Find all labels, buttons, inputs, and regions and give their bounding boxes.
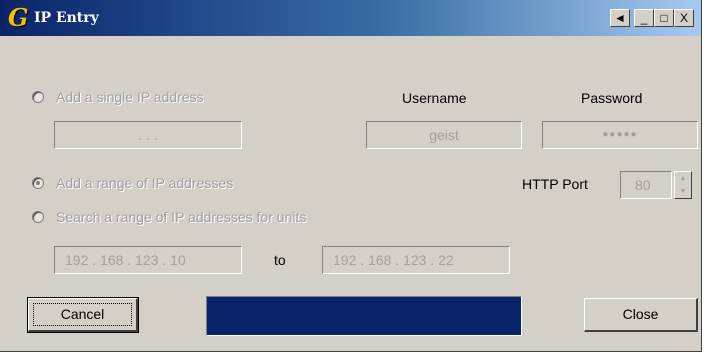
progress-bar (206, 296, 522, 336)
spin-up-icon[interactable]: ▲ (675, 172, 691, 185)
http-port-spinner[interactable]: ▲ ▼ (674, 171, 692, 199)
username-label: Username (402, 90, 467, 106)
ip-entry-window: G IP Entry ◄ _ □ X Add a single IP addre… (0, 0, 702, 352)
system-menu-button[interactable]: ◄ (610, 9, 630, 27)
maximize-button[interactable]: □ (654, 9, 674, 27)
close-window-button[interactable]: X (674, 9, 694, 27)
minimize-button[interactable]: _ (634, 9, 654, 27)
http-port-field[interactable]: 80 (620, 171, 672, 199)
range-ip-label: Add a range of IP addresses (56, 175, 234, 191)
spin-down-icon[interactable]: ▼ (675, 185, 691, 198)
single-ip-field[interactable]: . . . (54, 121, 242, 149)
http-port-label: HTTP Port (522, 176, 588, 192)
single-ip-label: Add a single IP address (56, 89, 204, 105)
password-label: Password (581, 90, 643, 106)
cancel-button[interactable]: Cancel (27, 297, 139, 333)
range-ip-radio[interactable] (32, 177, 44, 189)
single-ip-radio[interactable] (32, 91, 44, 103)
focus-rectangle (33, 303, 132, 326)
close-button[interactable]: Close (584, 298, 698, 332)
range-to-label: to (274, 252, 286, 268)
search-range-label: Search a range of IP addresses for units (56, 209, 307, 225)
username-field[interactable]: geist (366, 121, 522, 149)
range-start-field[interactable]: 192 . 168 . 123 . 10 (54, 246, 242, 274)
app-logo-icon: G (8, 3, 29, 32)
search-range-radio[interactable] (32, 211, 44, 223)
progress-fill (207, 297, 521, 335)
title-bar[interactable]: G IP Entry ◄ _ □ X (0, 0, 701, 36)
range-end-field[interactable]: 192 . 168 . 123 . 22 (322, 246, 510, 274)
window-title: IP Entry (34, 10, 99, 26)
password-field[interactable]: ●●●●● (542, 121, 698, 149)
